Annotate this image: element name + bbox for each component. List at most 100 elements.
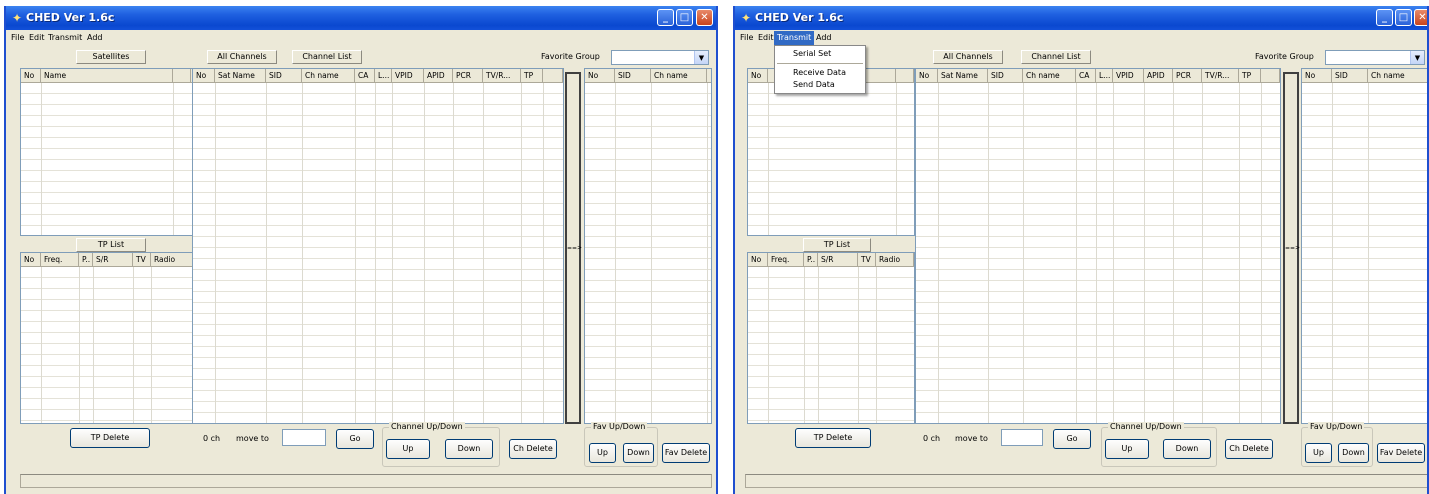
channel-up-button[interactable]: Up xyxy=(386,439,430,459)
all-channels-button[interactable]: All Channels xyxy=(933,50,1003,64)
column-header[interactable]: SID xyxy=(988,69,1023,83)
fav-delete-button[interactable]: Fav Delete xyxy=(662,443,710,463)
channel-up-button[interactable]: Up xyxy=(1105,439,1149,459)
minimize-icon[interactable]: _ xyxy=(1376,9,1393,26)
column-header[interactable]: No xyxy=(21,69,41,83)
column-header[interactable]: No xyxy=(585,69,615,83)
tp-delete-button[interactable]: TP Delete xyxy=(70,428,150,448)
column-header[interactable]: TP xyxy=(521,69,543,83)
menu-add[interactable]: Add xyxy=(813,31,835,45)
column-header[interactable]: CA xyxy=(355,69,375,83)
tp-delete-button[interactable]: TP Delete xyxy=(795,428,871,448)
menu-file[interactable]: File xyxy=(737,31,756,45)
minimize-icon[interactable]: _ xyxy=(657,9,674,26)
satellites-list[interactable]: No Name xyxy=(20,68,194,236)
column-header[interactable]: TV xyxy=(133,253,151,267)
column-header[interactable]: L... xyxy=(1096,69,1113,83)
column-header[interactable]: APID xyxy=(424,69,453,83)
menu-file[interactable]: File xyxy=(8,31,27,45)
all-channels-button[interactable]: All Channels xyxy=(207,50,277,64)
column-header[interactable]: VPID xyxy=(392,69,424,83)
column-header[interactable]: Ch name xyxy=(1023,69,1076,83)
column-header[interactable]: SID xyxy=(266,69,302,83)
grid-column-line xyxy=(938,83,939,423)
column-header[interactable]: TV xyxy=(858,253,876,267)
fav-down-button[interactable]: Down xyxy=(1338,443,1369,463)
column-header[interactable]: No xyxy=(1302,69,1332,83)
column-header[interactable]: Sat Name xyxy=(938,69,988,83)
title-bar[interactable]: ✦ CHED Ver 1.6c _ □ ✕ xyxy=(735,6,1427,30)
column-header[interactable]: Name xyxy=(41,69,173,83)
title-bar[interactable]: ✦ CHED Ver 1.6c _ □ ✕ xyxy=(6,6,716,30)
column-header[interactable]: TV/R... xyxy=(483,69,521,83)
tp-list-header: No Freq. P.. S/R TV Radio xyxy=(21,253,193,267)
menu-item-send-data[interactable]: Send Data xyxy=(775,79,865,91)
menu-item-receive-data[interactable]: Receive Data xyxy=(775,67,865,79)
ch-delete-button[interactable]: Ch Delete xyxy=(1225,439,1273,459)
favorites-list[interactable]: No SID Ch name xyxy=(1301,68,1427,424)
close-icon[interactable]: ✕ xyxy=(1414,9,1427,26)
close-icon[interactable]: ✕ xyxy=(696,9,713,26)
channel-list[interactable]: No Sat Name SID Ch name CA L... VPID API… xyxy=(915,68,1281,424)
menu-item-serial-set[interactable]: Serial Set xyxy=(775,48,865,60)
favorite-group-select[interactable]: ▼ xyxy=(611,50,709,65)
move-to-label: move to xyxy=(955,434,988,443)
maximize-icon[interactable]: □ xyxy=(676,9,693,26)
column-header[interactable]: VPID xyxy=(1113,69,1144,83)
column-header[interactable]: S/R xyxy=(93,253,133,267)
column-header[interactable]: No xyxy=(193,69,215,83)
grid-column-line xyxy=(41,83,42,235)
column-header[interactable]: Ch name xyxy=(651,69,707,83)
tp-list[interactable]: No Freq. P.. S/R TV Radio xyxy=(747,252,915,424)
column-header[interactable]: Sat Name xyxy=(215,69,266,83)
column-header[interactable]: No xyxy=(21,253,41,267)
add-to-favorites-button[interactable]: ==> xyxy=(565,72,582,424)
column-header[interactable]: PCR xyxy=(1173,69,1202,83)
column-header[interactable]: Freq. xyxy=(768,253,804,267)
favorite-group-select[interactable]: ▼ xyxy=(1325,50,1425,65)
column-header[interactable]: SID xyxy=(615,69,651,83)
column-header[interactable]: No xyxy=(916,69,938,83)
fav-down-button[interactable]: Down xyxy=(623,443,654,463)
go-button[interactable]: Go xyxy=(1053,429,1091,449)
column-header[interactable]: Freq. xyxy=(41,253,79,267)
menu-transmit[interactable]: Transmit xyxy=(45,31,85,45)
column-header[interactable]: P.. xyxy=(79,253,93,267)
column-header[interactable]: PCR xyxy=(453,69,483,83)
column-header[interactable]: No xyxy=(748,253,768,267)
column-header[interactable]: SID xyxy=(1332,69,1368,83)
tp-list[interactable]: No Freq. P.. S/R TV Radio xyxy=(20,252,194,424)
channel-list[interactable]: No Sat Name SID Ch name CA L... VPID API… xyxy=(192,68,564,424)
menu-add[interactable]: Add xyxy=(84,31,106,45)
column-header[interactable]: APID xyxy=(1144,69,1173,83)
column-header[interactable]: No xyxy=(748,69,768,83)
chevron-down-icon[interactable]: ▼ xyxy=(1410,51,1424,64)
fav-up-button[interactable]: Up xyxy=(1305,443,1332,463)
grid-column-line xyxy=(804,267,805,423)
ch-delete-button[interactable]: Ch Delete xyxy=(509,439,557,459)
column-header[interactable]: Radio xyxy=(876,253,914,267)
column-header[interactable]: Ch name xyxy=(302,69,355,83)
move-to-input[interactable] xyxy=(282,429,326,446)
column-header[interactable]: TV/R... xyxy=(1202,69,1239,83)
menu-transmit[interactable]: Transmit xyxy=(774,31,815,45)
channel-down-button[interactable]: Down xyxy=(445,439,493,459)
column-header[interactable]: Ch name xyxy=(1368,69,1427,83)
column-header[interactable]: Radio xyxy=(151,253,193,267)
app-icon: ✦ xyxy=(11,11,23,25)
add-to-favorites-button[interactable]: ==> xyxy=(1283,72,1300,424)
move-to-input[interactable] xyxy=(1001,429,1043,446)
grid-column-line xyxy=(302,83,303,423)
chevron-down-icon[interactable]: ▼ xyxy=(694,51,708,64)
channel-down-button[interactable]: Down xyxy=(1163,439,1211,459)
maximize-icon[interactable]: □ xyxy=(1395,9,1412,26)
column-header[interactable]: P.. xyxy=(804,253,818,267)
column-header[interactable]: CA xyxy=(1076,69,1096,83)
column-header[interactable]: S/R xyxy=(818,253,858,267)
go-button[interactable]: Go xyxy=(336,429,374,449)
column-header[interactable]: L... xyxy=(375,69,392,83)
fav-up-button[interactable]: Up xyxy=(589,443,616,463)
fav-delete-button[interactable]: Fav Delete xyxy=(1377,443,1425,463)
favorites-list[interactable]: No SID Ch name xyxy=(584,68,712,424)
column-header[interactable]: TP xyxy=(1239,69,1261,83)
